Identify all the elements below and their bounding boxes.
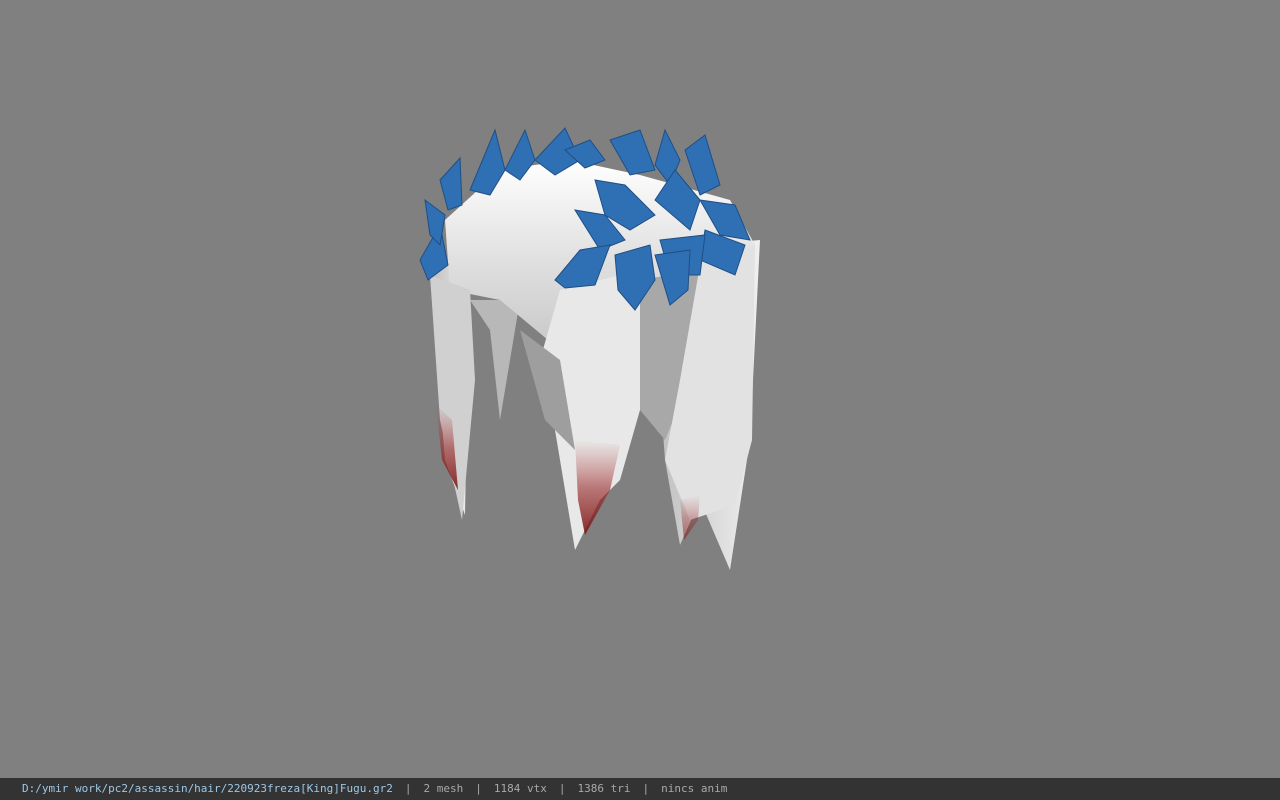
separator: |: [475, 782, 482, 795]
vertex-count: 1184 vtx: [493, 782, 547, 795]
hair-model-icon: [419, 127, 760, 570]
3d-viewport[interactable]: [0, 0, 1280, 778]
separator: |: [642, 782, 650, 795]
separator: |: [404, 782, 412, 795]
file-path: D:/ymir work/pc2/assassin/hair/220923fre…: [22, 782, 393, 795]
anim-status: nincs anim: [661, 782, 728, 795]
separator: |: [558, 782, 566, 795]
status-bar: D:/ymir work/pc2/assassin/hair/220923fre…: [0, 778, 1280, 800]
triangle-count: 1386 tri: [577, 782, 631, 795]
mesh-count: 2 mesh: [423, 782, 464, 795]
